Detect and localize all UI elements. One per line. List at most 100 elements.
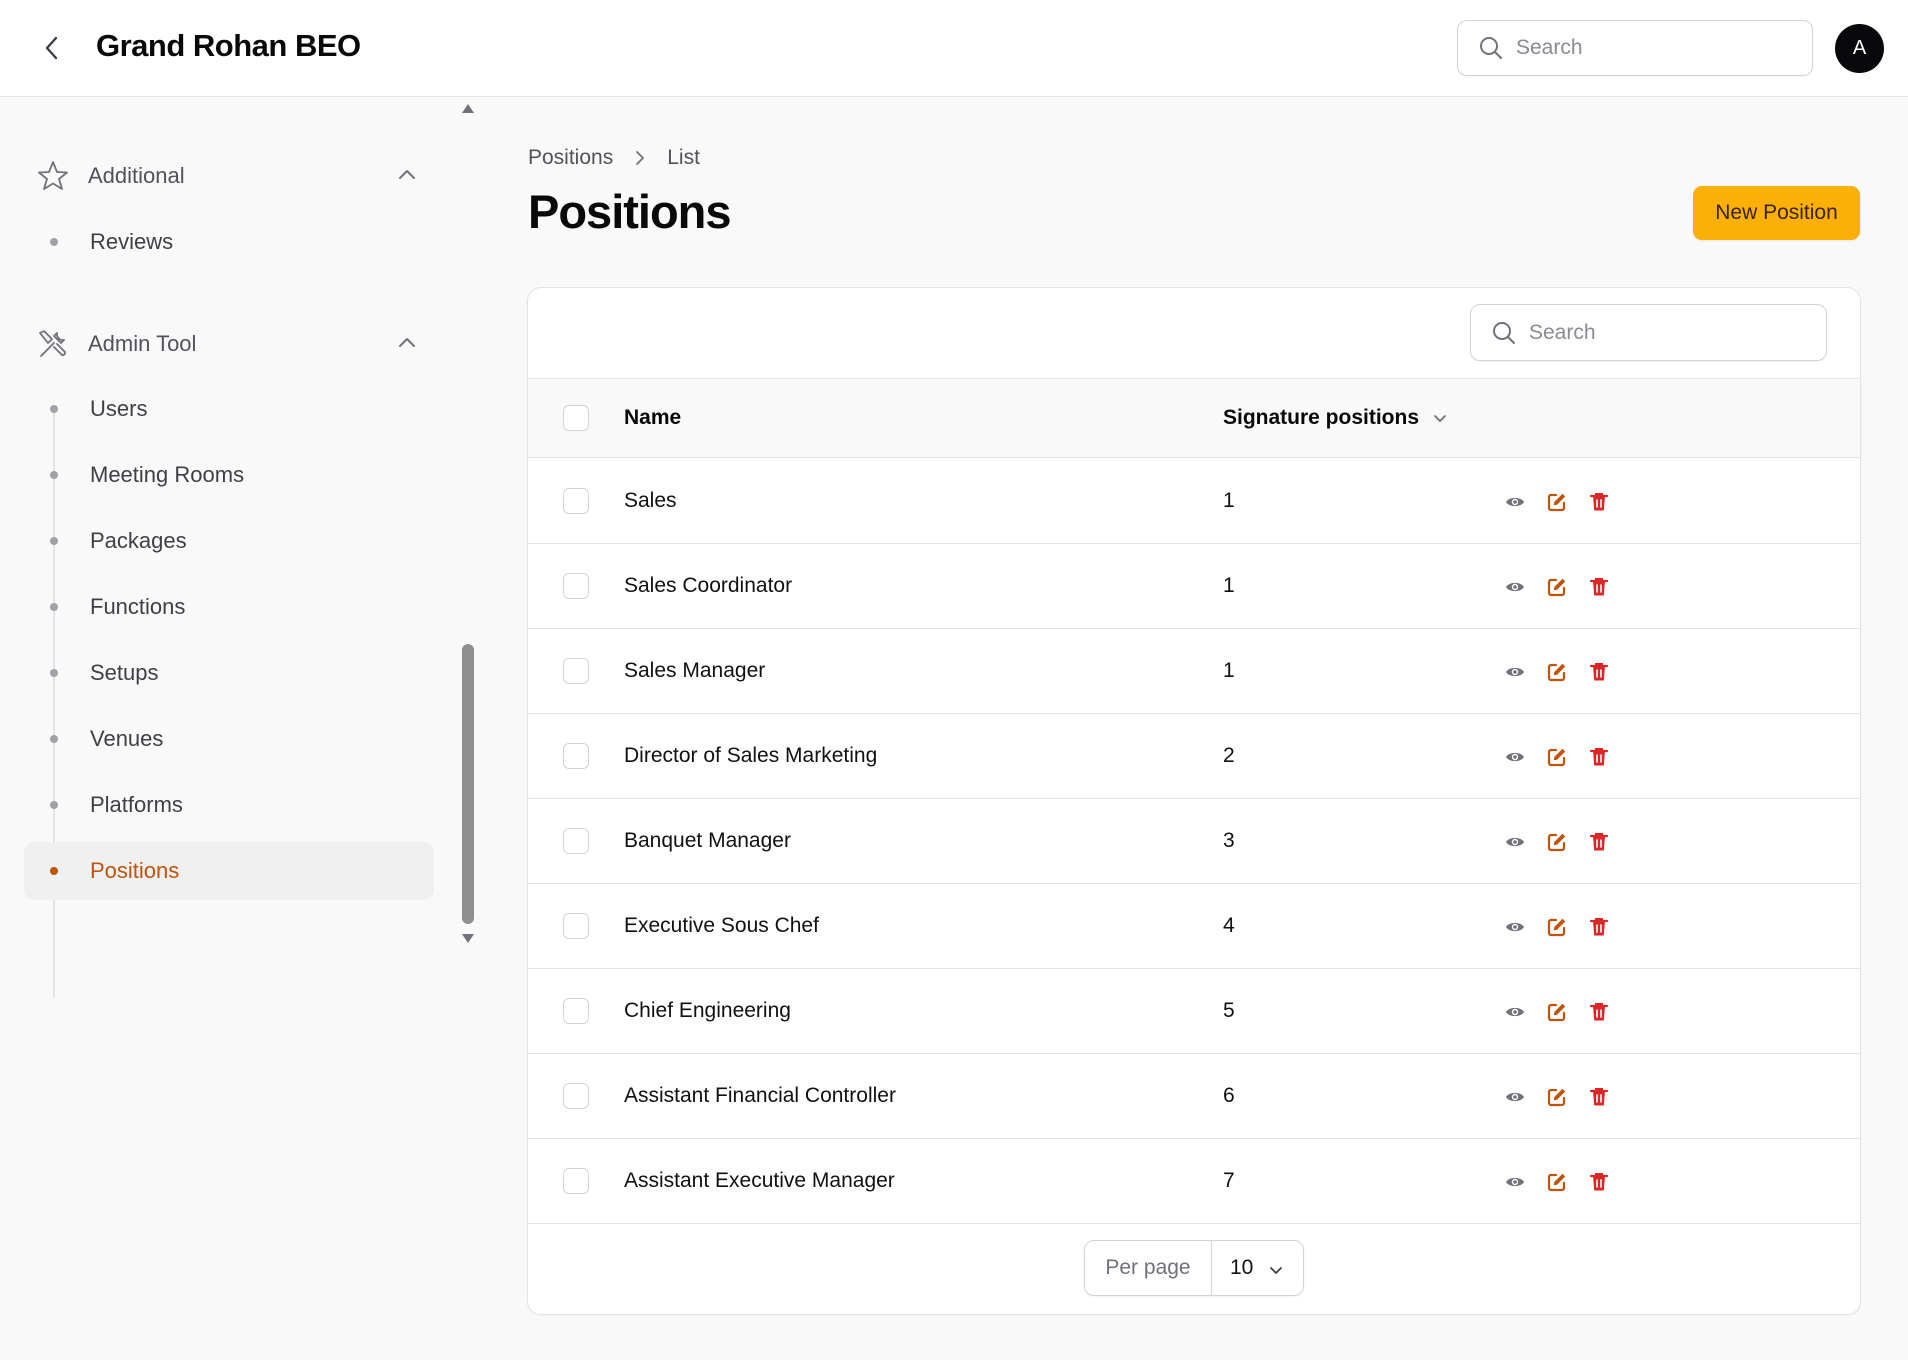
table-row[interactable]: Director of Sales Marketing 2 (528, 714, 1860, 799)
row-signature-positions: 5 (1223, 999, 1235, 1022)
breadcrumb-positions[interactable]: Positions (528, 146, 613, 170)
row-name: Director of Sales Marketing (624, 744, 878, 767)
sidebar-item-users[interactable]: Users (24, 380, 434, 438)
view-icon[interactable] (1501, 743, 1529, 771)
bullet-dot (50, 801, 58, 809)
bullet-dot (50, 867, 58, 875)
chevron-up-icon (399, 338, 415, 347)
sidebar: Additional Reviews Admin Tool Users Meet… (0, 98, 456, 1360)
delete-icon[interactable] (1585, 488, 1613, 516)
nav-group-admin-tool[interactable]: Admin Tool (24, 316, 434, 372)
sidebar-item-packages[interactable]: Packages (24, 512, 434, 570)
row-name: Banquet Manager (624, 829, 791, 852)
row-checkbox[interactable] (563, 913, 589, 939)
edit-icon[interactable] (1543, 743, 1571, 771)
row-checkbox[interactable] (563, 488, 589, 514)
view-icon[interactable] (1501, 998, 1529, 1026)
delete-icon[interactable] (1585, 1168, 1613, 1196)
bullet-dot (50, 735, 58, 743)
bullet-dot (50, 603, 58, 611)
sidebar-item-label: Users (90, 396, 148, 421)
per-page-select[interactable]: 10 (1212, 1241, 1303, 1295)
row-name: Sales Coordinator (624, 574, 793, 597)
delete-icon[interactable] (1585, 743, 1613, 771)
sidebar-scrollbar-thumb[interactable] (462, 644, 474, 924)
edit-icon[interactable] (1543, 913, 1571, 941)
table-row[interactable]: Executive Sous Chef 4 (528, 884, 1860, 969)
sidebar-item-reviews[interactable]: Reviews (24, 213, 434, 271)
delete-icon[interactable] (1585, 998, 1613, 1026)
edit-icon[interactable] (1543, 998, 1571, 1026)
sidebar-item-label: Platforms (90, 792, 183, 817)
row-checkbox[interactable] (563, 998, 589, 1024)
edit-icon[interactable] (1543, 488, 1571, 516)
edit-icon[interactable] (1543, 828, 1571, 856)
row-name: Sales Manager (624, 659, 766, 682)
table-search-input[interactable] (1529, 320, 1799, 345)
sidebar-item-label: Packages (90, 528, 187, 553)
sidebar-item-meeting-rooms[interactable]: Meeting Rooms (24, 446, 434, 504)
chevron-down-icon (1434, 415, 1446, 422)
table-row[interactable]: Assistant Financial Controller 6 (528, 1054, 1860, 1139)
sidebar-item-venues[interactable]: Venues (24, 710, 434, 768)
table-row[interactable]: Assistant Executive Manager 7 (528, 1139, 1860, 1224)
row-checkbox[interactable] (563, 828, 589, 854)
delete-icon[interactable] (1585, 658, 1613, 686)
row-signature-positions: 1 (1223, 659, 1235, 682)
avatar[interactable]: A (1835, 24, 1884, 73)
edit-icon[interactable] (1543, 573, 1571, 601)
table-search[interactable] (1470, 304, 1827, 361)
edit-icon[interactable] (1543, 1168, 1571, 1196)
breadcrumb-list: List (667, 146, 700, 169)
view-icon[interactable] (1501, 1083, 1529, 1111)
page-title: Positions (528, 185, 732, 238)
row-checkbox[interactable] (563, 743, 589, 769)
sidebar-item-label: Venues (90, 726, 164, 751)
row-name: Assistant Executive Manager (624, 1169, 895, 1192)
delete-icon[interactable] (1585, 913, 1613, 941)
row-name: Sales (624, 489, 677, 512)
delete-icon[interactable] (1585, 573, 1613, 601)
view-icon[interactable] (1501, 573, 1529, 601)
sidebar-item-platforms[interactable]: Platforms (24, 776, 434, 834)
global-search[interactable] (1457, 20, 1813, 76)
global-search-input[interactable] (1516, 36, 1786, 60)
chevron-up-icon (399, 170, 415, 179)
sidebar-item-functions[interactable]: Functions (24, 578, 434, 636)
edit-icon[interactable] (1543, 658, 1571, 686)
row-signature-positions: 4 (1223, 914, 1235, 937)
table-row[interactable]: Sales Coordinator 1 (528, 544, 1860, 629)
sidebar-item-setups[interactable]: Setups (24, 644, 434, 702)
delete-icon[interactable] (1585, 828, 1613, 856)
row-checkbox[interactable] (563, 573, 589, 599)
column-header-name[interactable]: Name (624, 406, 681, 430)
select-all-checkbox[interactable] (563, 405, 589, 431)
row-checkbox[interactable] (563, 1168, 589, 1194)
back-button[interactable] (34, 30, 70, 66)
per-page-value: 10 (1230, 1256, 1254, 1279)
view-icon[interactable] (1501, 488, 1529, 516)
row-checkbox[interactable] (563, 1083, 589, 1109)
edit-icon[interactable] (1543, 1083, 1571, 1111)
table-row[interactable]: Sales 1 (528, 459, 1860, 544)
view-icon[interactable] (1501, 913, 1529, 941)
table-row[interactable]: Sales Manager 1 (528, 629, 1860, 714)
column-header-signature-positions[interactable]: Signature positions (1223, 406, 1449, 430)
table-row[interactable]: Banquet Manager 3 (528, 799, 1860, 884)
star-icon (38, 161, 68, 190)
view-icon[interactable] (1501, 658, 1529, 686)
nav-group-additional[interactable]: Additional (24, 148, 434, 204)
scroll-up-arrow[interactable] (462, 104, 474, 113)
sidebar-item-positions[interactable]: Positions (24, 842, 434, 900)
row-signature-positions: 1 (1223, 574, 1235, 597)
top-bar: Grand Rohan BEO A (0, 0, 1908, 97)
new-position-button[interactable]: New Position (1693, 186, 1860, 240)
view-icon[interactable] (1501, 828, 1529, 856)
delete-icon[interactable] (1585, 1083, 1613, 1111)
scroll-down-arrow[interactable] (462, 934, 474, 943)
column-header-label: Signature positions (1223, 406, 1420, 429)
row-checkbox[interactable] (563, 658, 589, 684)
view-icon[interactable] (1501, 1168, 1529, 1196)
tools-icon (39, 330, 66, 357)
table-row[interactable]: Chief Engineering 5 (528, 969, 1860, 1054)
